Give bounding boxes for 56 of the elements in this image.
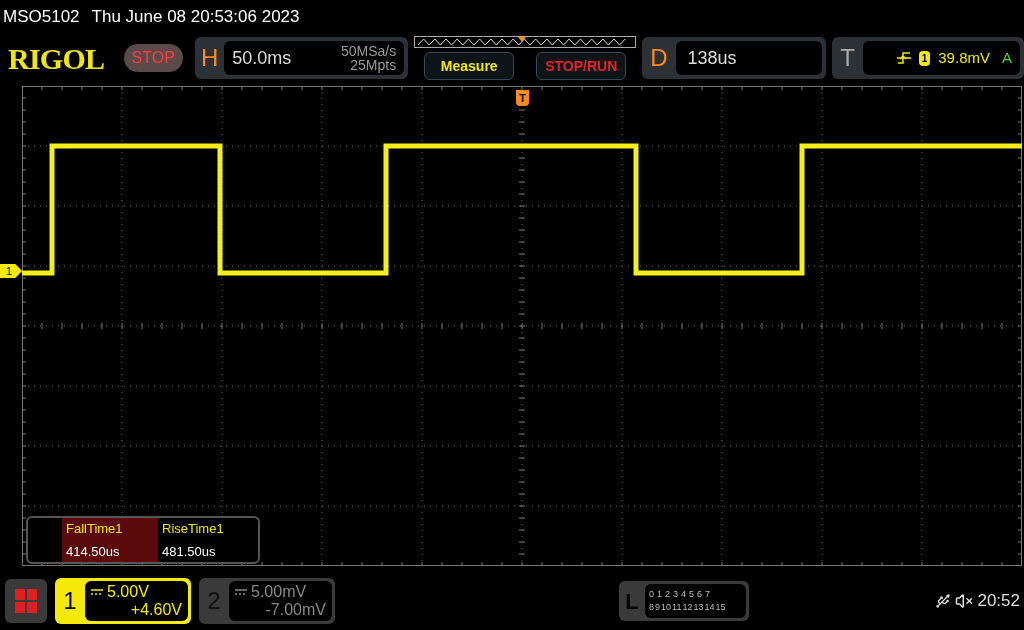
trigger-panel[interactable]: T 1 39.8mV A [832, 37, 1024, 79]
muted-speaker-icon [955, 592, 974, 610]
measurement-value: 414.50us [66, 543, 121, 561]
measurement-name: RiseTime1 [162, 519, 225, 538]
rising-edge-icon [896, 51, 911, 65]
usb-icon [935, 593, 952, 609]
logic-bit-label: 9 [655, 601, 661, 614]
dc-coupling-icon [235, 589, 247, 595]
delay-label: D [649, 43, 669, 73]
channel-offset: +4.60V [129, 601, 182, 619]
date-time: Thu June 08 20:53:06 2023 [91, 6, 300, 29]
horizontal-label: H [199, 43, 220, 73]
trigger-source-badge: 1 [918, 50, 931, 66]
logic-bit-label: 8 [649, 601, 654, 614]
channel-offset: -7.00mV [264, 601, 326, 619]
logic-bit-label: 3 [673, 588, 679, 601]
logo: RIGOL [8, 40, 106, 77]
timebase-value: 50.0ms [232, 46, 292, 70]
channel-scale: 5.00mV [251, 583, 307, 601]
logic-label: L [624, 587, 640, 616]
sample-rate: 50MSa/s [340, 44, 397, 58]
delay-value: 138us [687, 46, 737, 70]
channel-panel[interactable]: 1 5.00V +4.60V [55, 578, 191, 624]
logic-bit-label: 7 [705, 588, 711, 601]
logic-bit-label: 0 [649, 588, 654, 601]
logic-panel[interactable]: L 0 1 2 3 4 5 6 7 891011 12 13 14 15 [619, 581, 749, 621]
model-name: MSO5102 [3, 6, 80, 29]
logic-bit-label: 10 [661, 601, 672, 614]
logic-bit-label: 4 [681, 588, 687, 601]
logic-bit-label: 14 [704, 601, 715, 614]
channel-marker: 1 [0, 264, 22, 278]
trigger-level: 39.8mV [938, 47, 990, 68]
memory-depth: 25Mpts [350, 58, 397, 72]
logic-bit-label: 1 [657, 588, 663, 601]
logic-bit-label: 13 [693, 601, 704, 614]
trigger-label: T [839, 43, 856, 73]
logic-bit-label: 12 [682, 601, 693, 614]
measure-button[interactable]: Measure [424, 52, 515, 80]
logic-bit-label: 6 [697, 588, 703, 601]
menu-grid-button[interactable] [5, 579, 47, 623]
delay-panel[interactable]: D 138us [642, 37, 827, 79]
measurement-name: FallTime1 [66, 519, 124, 538]
measurement-value: 481.50us [162, 543, 217, 561]
channel-number: 1 [62, 586, 78, 616]
logic-bit-label: 5 [689, 588, 695, 601]
logic-bit-label: 11 [672, 601, 682, 614]
trigger-mode: A [1002, 47, 1012, 68]
clock: 20:52 [977, 590, 1020, 613]
horizontal-panel[interactable]: H 50.0ms 50MSa/s 25Mpts [194, 37, 409, 79]
trigger-position-marker: T [516, 90, 529, 106]
logic-bit-label: 2 [665, 588, 671, 601]
channel-scale: 5.00V [107, 583, 149, 601]
logic-bit-label: 15 [715, 601, 726, 614]
run-state-badge: STOP [123, 44, 183, 72]
dc-coupling-icon [91, 589, 103, 595]
stop-run-button[interactable]: STOP/RUN [536, 52, 627, 80]
